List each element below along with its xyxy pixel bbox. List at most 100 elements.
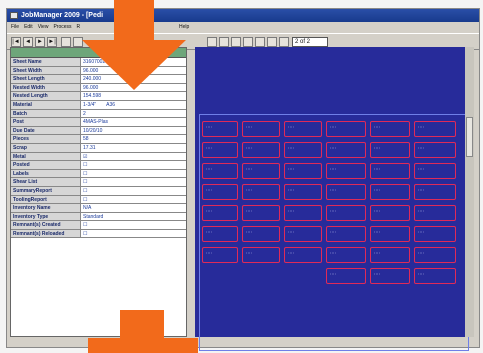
property-row[interactable]: Remnant(s) Created ☐: [11, 221, 186, 230]
property-row[interactable]: Pieces 58: [11, 135, 186, 144]
page-indicator[interactable]: 2 of 2: [292, 37, 328, 47]
nested-part[interactable]: ::::: [414, 247, 456, 263]
nested-part[interactable]: ::::: [242, 163, 280, 179]
property-row[interactable]: Metal ☑: [11, 152, 186, 162]
nested-part[interactable]: ::::: [414, 121, 456, 137]
nested-part[interactable]: ::::: [326, 226, 366, 242]
nested-part[interactable]: ::::: [284, 142, 322, 158]
property-row[interactable]: Material 1-3/4" A36: [11, 100, 186, 110]
nested-part[interactable]: ::::: [242, 226, 280, 242]
property-value[interactable]: 4MAS-Plas: [81, 118, 186, 126]
nested-part[interactable]: ::::: [414, 268, 456, 284]
property-row[interactable]: Inventory Name N/A: [11, 204, 186, 213]
property-value[interactable]: ☐: [81, 187, 186, 195]
nested-part[interactable]: ::::: [326, 205, 366, 221]
property-value[interactable]: N/A: [81, 204, 186, 212]
property-row[interactable]: Inventory Type Standard: [11, 212, 186, 222]
nested-part[interactable]: ::::: [326, 268, 366, 284]
nested-part[interactable]: ::::: [242, 247, 280, 263]
nested-part[interactable]: ::::: [414, 226, 456, 242]
nested-part[interactable]: ::::: [370, 163, 410, 179]
nested-part[interactable]: ::::: [202, 142, 238, 158]
next-record-button[interactable]: ►: [35, 37, 45, 47]
nested-part[interactable]: ::::: [370, 247, 410, 263]
nested-part[interactable]: ::::: [326, 142, 366, 158]
nested-part[interactable]: ::::: [370, 184, 410, 200]
print-icon[interactable]: [207, 37, 217, 47]
property-value[interactable]: ☑: [81, 153, 186, 161]
nested-part[interactable]: ::::: [202, 226, 238, 242]
nested-part[interactable]: ::::: [326, 184, 366, 200]
nested-part[interactable]: ::::: [370, 226, 410, 242]
property-row[interactable]: Due Date 10/20/10: [11, 126, 186, 136]
menu-process[interactable]: Process: [53, 22, 71, 33]
property-value[interactable]: 17.31: [81, 144, 186, 152]
nested-part[interactable]: ::::: [370, 268, 410, 284]
last-record-button[interactable]: ►|: [47, 37, 57, 47]
property-row[interactable]: Labels ☐: [11, 169, 186, 179]
property-row[interactable]: Scrap 17.31: [11, 143, 186, 153]
menu-edit[interactable]: Edit: [24, 22, 33, 33]
prev-record-button[interactable]: ◄: [23, 37, 33, 47]
edit-icon[interactable]: [243, 37, 253, 47]
nest-view[interactable]: ::::::::::::::::::::::::::::::::::::::::…: [195, 47, 474, 351]
property-value[interactable]: 1-3/4" A36: [81, 101, 186, 109]
first-record-button[interactable]: |◄: [11, 37, 21, 47]
sort-icon[interactable]: [61, 37, 71, 47]
property-value[interactable]: ☐: [81, 196, 186, 204]
nested-part[interactable]: ::::: [414, 184, 456, 200]
property-row[interactable]: Batch 2: [11, 109, 186, 119]
nested-part[interactable]: ::::: [414, 163, 456, 179]
nested-part[interactable]: ::::: [202, 184, 238, 200]
property-value[interactable]: ☐: [81, 178, 186, 186]
property-row[interactable]: Remnant(s) Reloaded ☐: [11, 229, 186, 239]
nested-part[interactable]: ::::: [414, 205, 456, 221]
property-value[interactable]: ☐: [81, 170, 186, 178]
nested-part[interactable]: ::::: [326, 163, 366, 179]
nested-part[interactable]: ::::: [202, 121, 238, 137]
property-value[interactable]: 2: [81, 110, 186, 118]
property-value[interactable]: 154.598: [81, 92, 186, 100]
property-value[interactable]: ☐: [81, 161, 186, 169]
nested-part[interactable]: ::::: [326, 121, 366, 137]
nested-part[interactable]: ::::: [284, 184, 322, 200]
nested-part[interactable]: ::::: [284, 121, 322, 137]
nested-part[interactable]: ::::: [370, 205, 410, 221]
settings-icon[interactable]: [279, 37, 289, 47]
nested-part[interactable]: ::::: [284, 226, 322, 242]
nested-part[interactable]: ::::: [284, 163, 322, 179]
property-row[interactable]: Shear List ☐: [11, 178, 186, 187]
nested-part[interactable]: ::::: [242, 121, 280, 137]
nested-part[interactable]: ::::: [242, 205, 280, 221]
property-value[interactable]: 10/20/10: [81, 127, 186, 135]
property-row[interactable]: ToolingReport ☐: [11, 195, 186, 205]
property-row[interactable]: SummaryReport ☐: [11, 186, 186, 196]
menu-file[interactable]: File: [11, 22, 19, 33]
vertical-scrollbar[interactable]: [465, 47, 474, 337]
nested-part[interactable]: ::::: [326, 247, 366, 263]
check-icon[interactable]: [255, 37, 265, 47]
nested-part[interactable]: ::::: [414, 142, 456, 158]
nested-part[interactable]: ::::: [370, 121, 410, 137]
zoom-icon[interactable]: [231, 37, 241, 47]
property-row[interactable]: Posted ☐: [11, 161, 186, 170]
menu-view[interactable]: View: [38, 22, 49, 33]
nested-part[interactable]: ::::: [242, 184, 280, 200]
property-row[interactable]: Post 4MAS-Plas: [11, 118, 186, 127]
scrollbar-thumb[interactable]: [466, 117, 473, 157]
nested-part[interactable]: ::::: [202, 163, 238, 179]
property-value-text: 2: [83, 110, 86, 117]
measure-icon[interactable]: [267, 37, 277, 47]
property-row[interactable]: Nested Length 154.598: [11, 92, 186, 101]
refresh-icon[interactable]: [219, 37, 229, 47]
nested-part[interactable]: ::::: [202, 205, 238, 221]
nested-part[interactable]: ::::: [284, 247, 322, 263]
property-value[interactable]: ☐: [81, 230, 186, 238]
nested-part[interactable]: ::::: [370, 142, 410, 158]
property-value[interactable]: ☐: [81, 221, 186, 229]
nested-part[interactable]: ::::: [242, 142, 280, 158]
nested-part[interactable]: ::::: [202, 247, 238, 263]
property-value[interactable]: 58: [81, 135, 186, 143]
property-value[interactable]: Standard: [81, 213, 186, 221]
nested-part[interactable]: ::::: [284, 205, 322, 221]
